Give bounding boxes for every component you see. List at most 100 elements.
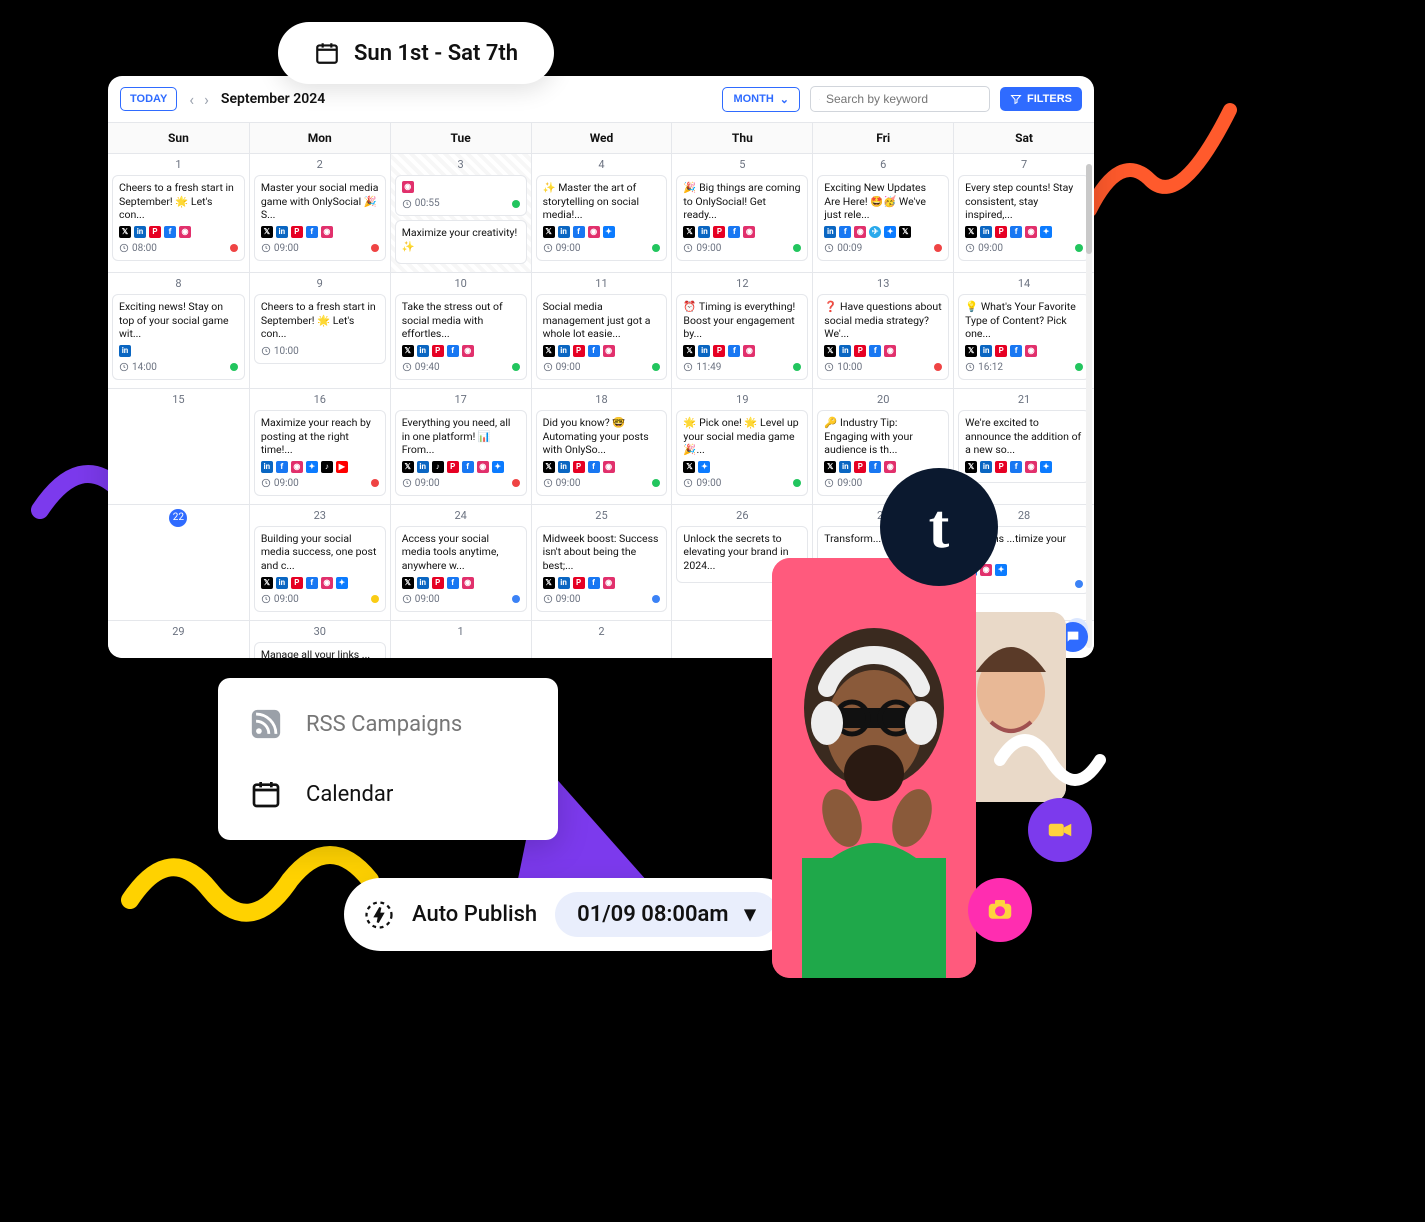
post-card[interactable]: ✨ Master the art of storytelling on soci… bbox=[536, 175, 668, 261]
post-card[interactable]: Every step counts! Stay consistent, stay… bbox=[958, 175, 1090, 261]
day-cell[interactable]: 3◉00:55Maximize your creativity! ✨ bbox=[390, 154, 531, 273]
day-cell[interactable]: 18Did you know? 🤓 Automating your posts … bbox=[531, 389, 672, 505]
search-input[interactable] bbox=[826, 92, 981, 106]
post-text: Everything you need, all in one platform… bbox=[402, 416, 520, 457]
post-text: ⏰ Timing is everything! Boost your engag… bbox=[683, 300, 801, 341]
post-card[interactable]: Everything you need, all in one platform… bbox=[395, 410, 527, 496]
post-card[interactable]: Manage all your links ... bbox=[254, 642, 386, 658]
day-cell[interactable]: 15 bbox=[108, 389, 249, 505]
date-range-label: Sun 1st - Sat 7th bbox=[354, 41, 518, 66]
bs-icon: ✦ bbox=[995, 564, 1007, 576]
day-cell[interactable]: 12⏰ Timing is everything! Boost your eng… bbox=[671, 273, 812, 389]
post-card[interactable]: ❓ Have questions about social media stra… bbox=[817, 294, 949, 380]
social-icons: 𝕏inPf◉ bbox=[543, 345, 661, 357]
post-card[interactable]: Master your social media game with OnlyS… bbox=[254, 175, 386, 261]
post-card[interactable]: Exciting news! Stay on top of your socia… bbox=[112, 294, 245, 380]
post-time: 09:00 bbox=[402, 477, 440, 490]
day-cell[interactable]: 25Midweek boost: Success isn't about bei… bbox=[531, 505, 672, 621]
filter-icon bbox=[1010, 93, 1022, 105]
post-text: ❓ Have questions about social media stra… bbox=[824, 300, 942, 341]
day-cell[interactable]: 30Manage all your links ... bbox=[249, 621, 390, 658]
menu-item-rss[interactable]: RSS Campaigns bbox=[248, 706, 528, 742]
x-icon: 𝕏 bbox=[543, 577, 555, 589]
day-number: 2 bbox=[254, 156, 386, 175]
status-dot bbox=[652, 363, 660, 371]
view-dropdown[interactable]: MONTH ⌄ bbox=[722, 87, 800, 112]
x-icon: 𝕏 bbox=[824, 345, 836, 357]
day-number: 16 bbox=[254, 391, 386, 410]
post-card[interactable]: Social media management just got a whole… bbox=[536, 294, 668, 380]
scrollbar-thumb[interactable] bbox=[1086, 164, 1092, 254]
post-card[interactable]: 💡 What's Your Favorite Type of Content? … bbox=[958, 294, 1090, 380]
post-card[interactable]: Exciting New Updates Are Here! 🤩🥳 We've … bbox=[817, 175, 949, 261]
ig-icon: ◉ bbox=[854, 226, 866, 238]
day-cell[interactable]: 11Social media management just got a who… bbox=[531, 273, 672, 389]
day-cell[interactable]: 6Exciting New Updates Are Here! 🤩🥳 We've… bbox=[812, 154, 953, 273]
search-input-wrap[interactable] bbox=[810, 86, 990, 112]
day-cell[interactable]: 1 bbox=[390, 621, 531, 658]
post-card[interactable]: Maximize your creativity! ✨ bbox=[395, 220, 527, 264]
next-arrow-icon[interactable]: › bbox=[202, 88, 211, 111]
pn-icon: P bbox=[432, 577, 444, 589]
post-card[interactable]: Take the stress out of social media with… bbox=[395, 294, 527, 380]
post-text: Exciting news! Stay on top of your socia… bbox=[119, 300, 238, 341]
post-text: Every step counts! Stay consistent, stay… bbox=[965, 181, 1083, 222]
day-cell[interactable]: 22 bbox=[108, 505, 249, 621]
post-card[interactable]: 🎉 Big things are coming to OnlySocial! G… bbox=[676, 175, 808, 261]
menu-item-calendar[interactable]: Calendar bbox=[248, 776, 528, 812]
post-time: 09:00 bbox=[965, 242, 1003, 255]
post-card[interactable]: We're excited to announce the addition o… bbox=[958, 410, 1090, 483]
day-cell[interactable]: 10Take the stress out of social media wi… bbox=[390, 273, 531, 389]
day-cell[interactable]: 16Maximize your reach by posting at the … bbox=[249, 389, 390, 505]
day-cell[interactable]: 7Every step counts! Stay consistent, sta… bbox=[953, 154, 1094, 273]
x-icon: 𝕏 bbox=[261, 577, 273, 589]
ig-icon: ◉ bbox=[743, 345, 755, 357]
day-cell[interactable]: 9Cheers to a fresh start in September! 🌟… bbox=[249, 273, 390, 389]
post-card[interactable]: Building your social media success, one … bbox=[254, 526, 386, 612]
post-footer: 09:00 bbox=[543, 593, 661, 606]
post-card[interactable]: Access your social media tools anytime, … bbox=[395, 526, 527, 612]
social-icons: inf◉✦♪▶ bbox=[261, 461, 379, 473]
fb-icon: f bbox=[1010, 345, 1022, 357]
day-cell[interactable]: 1Cheers to a fresh start in September! 🌟… bbox=[108, 154, 249, 273]
fb-icon: f bbox=[462, 461, 474, 473]
status-dot bbox=[512, 595, 520, 603]
post-card[interactable]: 🌟 Pick one! 🌟 Level up your social media… bbox=[676, 410, 808, 496]
post-time: 09:00 bbox=[543, 361, 581, 374]
post-card[interactable]: Cheers to a fresh start in September! 🌟 … bbox=[112, 175, 245, 261]
publish-time-chip[interactable]: 01/09 08:00am ▾ bbox=[555, 892, 777, 937]
ig-icon: ◉ bbox=[884, 461, 896, 473]
day-cell[interactable]: 13❓ Have questions about social media st… bbox=[812, 273, 953, 389]
day-cell[interactable]: 2Master your social media game with Only… bbox=[249, 154, 390, 273]
day-cell[interactable]: 14💡 What's Your Favorite Type of Content… bbox=[953, 273, 1094, 389]
day-cell[interactable]: 5🎉 Big things are coming to OnlySocial! … bbox=[671, 154, 812, 273]
social-icons: 𝕏inPf◉✦ bbox=[261, 577, 379, 589]
post-card[interactable]: Cheers to a fresh start in September! 🌟 … bbox=[254, 294, 386, 364]
post-card[interactable]: ⏰ Timing is everything! Boost your engag… bbox=[676, 294, 808, 380]
post-card[interactable]: ◉00:55 bbox=[395, 175, 527, 216]
today-button[interactable]: TODAY bbox=[120, 87, 177, 111]
post-card[interactable]: Midweek boost: Success isn't about being… bbox=[536, 526, 668, 612]
prev-arrow-icon[interactable]: ‹ bbox=[187, 88, 196, 111]
bs-icon: ✦ bbox=[603, 226, 615, 238]
social-icons: 𝕏inPf◉ bbox=[683, 345, 801, 357]
pn-icon: P bbox=[573, 345, 585, 357]
day-cell[interactable]: 23Building your social media success, on… bbox=[249, 505, 390, 621]
calendar-icon bbox=[314, 40, 340, 66]
day-cell[interactable]: 17Everything you need, all in one platfo… bbox=[390, 389, 531, 505]
day-number: 20 bbox=[817, 391, 949, 410]
social-icons: 𝕏inPf◉ bbox=[543, 577, 661, 589]
li-icon: in bbox=[558, 577, 570, 589]
day-cell[interactable]: 4✨ Master the art of storytelling on soc… bbox=[531, 154, 672, 273]
day-cell[interactable]: 8Exciting news! Stay on top of your soci… bbox=[108, 273, 249, 389]
day-cell[interactable]: 29 bbox=[108, 621, 249, 658]
day-cell[interactable]: 2 bbox=[531, 621, 672, 658]
post-card[interactable]: Did you know? 🤓 Automating your posts wi… bbox=[536, 410, 668, 496]
post-card[interactable]: Maximize your reach by posting at the ri… bbox=[254, 410, 386, 496]
day-number: 5 bbox=[676, 156, 808, 175]
scrollbar[interactable] bbox=[1086, 164, 1092, 648]
date-range-pill[interactable]: Sun 1st - Sat 7th bbox=[278, 22, 554, 84]
day-cell[interactable]: 24Access your social media tools anytime… bbox=[390, 505, 531, 621]
filters-button[interactable]: FILTERS bbox=[1000, 87, 1082, 111]
day-cell[interactable]: 19🌟 Pick one! 🌟 Level up your social med… bbox=[671, 389, 812, 505]
